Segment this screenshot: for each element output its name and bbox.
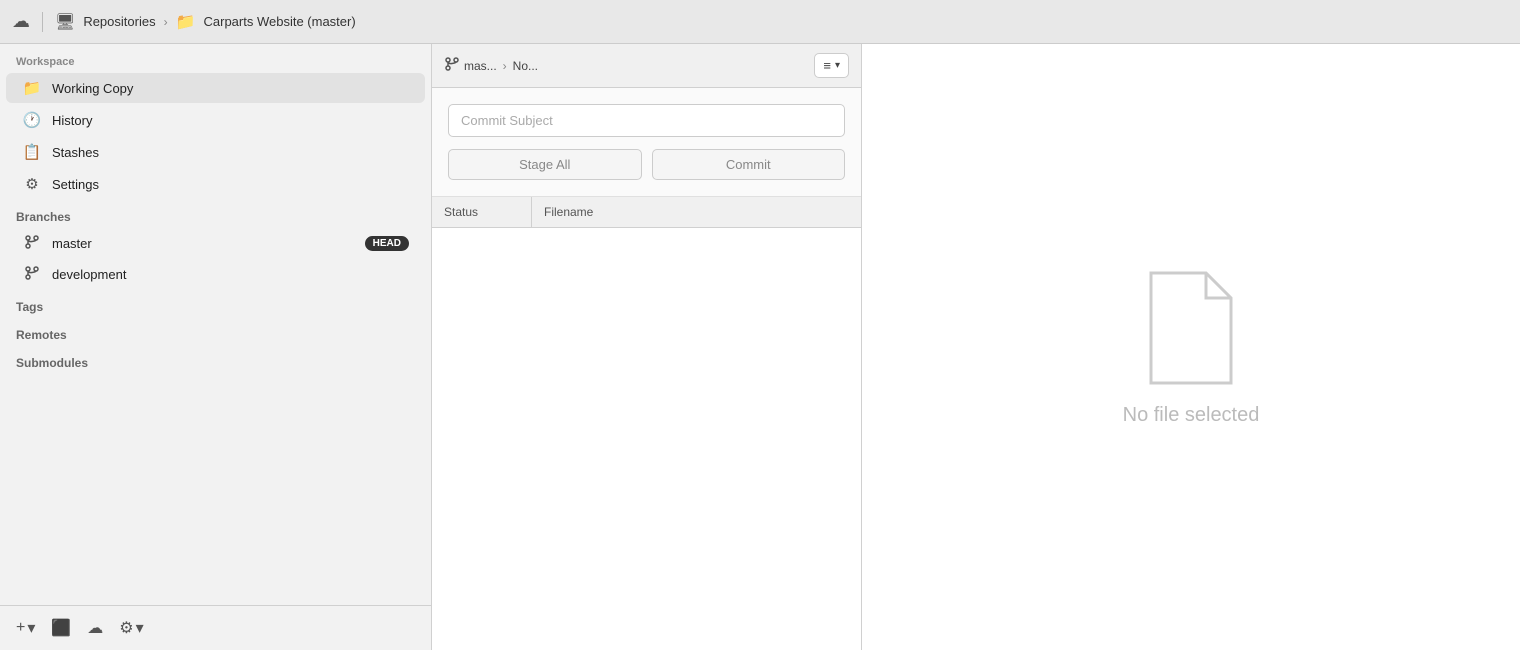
cloud-sync-button[interactable]: ☁ <box>83 614 107 642</box>
filename-column-header: Filename <box>532 197 861 227</box>
commit-actions: Stage All Commit <box>448 149 845 180</box>
clock-icon: 🕐 <box>22 111 42 129</box>
sidebar-item-working-copy[interactable]: 📁 Working Copy <box>6 73 425 103</box>
no-file-icon <box>1141 268 1241 388</box>
branch-name-label: mas... <box>464 59 497 73</box>
project-folder-icon: 📁 <box>176 12 196 32</box>
branch-dev-icon <box>22 265 42 284</box>
titlebar-divider <box>42 12 43 32</box>
folder-icon: 📁 <box>22 79 42 97</box>
commit-button[interactable]: Commit <box>652 149 846 180</box>
gear-icon: ⚙ <box>22 175 42 193</box>
add-dropdown-icon: ▾ <box>27 618 35 638</box>
sidebar-branch-development[interactable]: development <box>6 260 425 289</box>
branch-icon <box>22 234 42 253</box>
remotes-section-label: Remotes <box>0 318 431 346</box>
sidebar-settings-label: Settings <box>52 177 99 192</box>
no-branch-label: No... <box>513 59 538 73</box>
files-table-header: Status Filename <box>432 197 861 228</box>
gear-dropdown-button[interactable]: ⚙ ▾ <box>115 614 147 642</box>
stage-all-button[interactable]: Stage All <box>448 149 642 180</box>
middle-toolbar: mas... › No... ≡ ▾ <box>432 44 861 88</box>
status-column-header: Status <box>432 197 532 227</box>
project-title: Carparts Website (master) <box>204 14 356 29</box>
tags-section-label: Tags <box>0 290 431 318</box>
sidebar-item-history[interactable]: 🕐 History <box>6 105 425 135</box>
titlebar: ☁ 🖥 Repositories › 📁 Carparts Website (m… <box>0 0 1520 44</box>
clipboard-icon: 📋 <box>22 143 42 161</box>
menu-dropdown-icon: ▾ <box>835 60 840 71</box>
breadcrumb-chevron: › <box>164 15 168 29</box>
sidebar: Workspace 📁 Working Copy 🕐 History 📋 Sta… <box>0 44 432 650</box>
sidebar-item-settings[interactable]: ⚙ Settings <box>6 169 425 199</box>
sidebar-item-stashes[interactable]: 📋 Stashes <box>6 137 425 167</box>
commit-subject-input[interactable] <box>448 104 845 137</box>
hard-drive-icon: 🖥 <box>55 12 75 32</box>
head-badge: HEAD <box>365 236 409 251</box>
submodules-section-label: Submodules <box>0 346 431 374</box>
no-file-text: No file selected <box>1123 404 1260 427</box>
main-layout: Workspace 📁 Working Copy 🕐 History 📋 Sta… <box>0 44 1520 650</box>
hamburger-icon: ≡ <box>823 58 831 73</box>
right-panel: No file selected <box>862 44 1520 650</box>
middle-panel: mas... › No... ≡ ▾ Stage All Commit St <box>432 44 862 650</box>
branches-section-label: Branches <box>0 200 431 228</box>
sidebar-stashes-label: Stashes <box>52 145 99 160</box>
repositories-label[interactable]: Repositories <box>83 14 155 29</box>
cloud-footer-icon: ☁ <box>87 618 103 638</box>
plus-icon: + <box>16 619 25 637</box>
commit-form: Stage All Commit <box>432 88 861 197</box>
terminal-icon: ⬛ <box>51 618 71 638</box>
sidebar-history-label: History <box>52 113 92 128</box>
branch-toolbar-icon <box>444 56 460 75</box>
sidebar-branch-master[interactable]: master HEAD <box>6 229 425 258</box>
branch-indicator: mas... <box>444 56 497 75</box>
workspace-section-label: Workspace <box>0 44 431 72</box>
terminal-button[interactable]: ⬛ <box>47 614 75 642</box>
gear-dropdown-icon: ▾ <box>136 618 144 638</box>
toolbar-chevron: › <box>503 59 507 73</box>
toolbar-menu-button[interactable]: ≡ ▾ <box>814 53 849 78</box>
cloud-icon: ☁ <box>12 11 30 32</box>
content-area: mas... › No... ≡ ▾ Stage All Commit St <box>432 44 1520 650</box>
branch-development-label: development <box>52 267 126 282</box>
branch-master-label: master <box>52 236 92 251</box>
add-button[interactable]: + ▾ <box>12 614 39 642</box>
gear-footer-icon: ⚙ <box>119 618 133 638</box>
files-list <box>432 228 861 650</box>
sidebar-footer: + ▾ ⬛ ☁ ⚙ ▾ <box>0 605 431 650</box>
sidebar-working-copy-label: Working Copy <box>52 81 133 96</box>
